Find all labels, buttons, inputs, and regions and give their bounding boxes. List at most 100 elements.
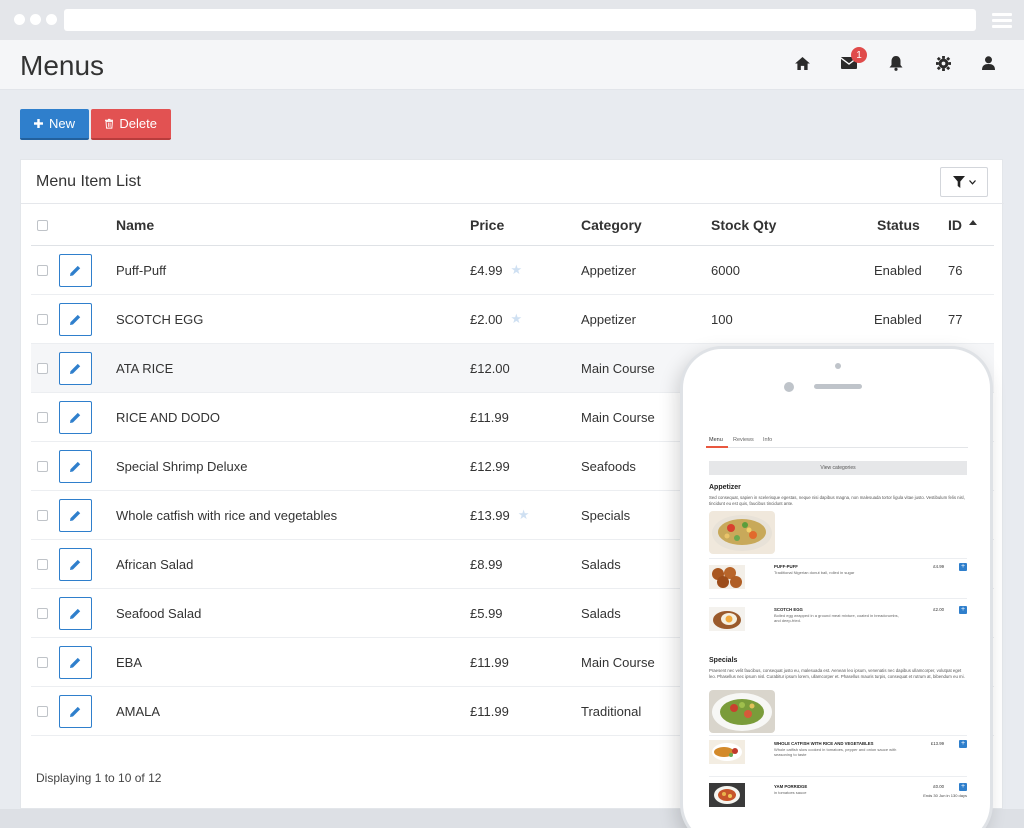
item-price: £2.00 xyxy=(470,311,503,327)
phone-front-lens xyxy=(784,382,794,392)
view-categories-button[interactable]: View categories xyxy=(709,461,967,475)
phone-item-name: WHOLE CATFISH WITH RICE AND VEGETABLES xyxy=(774,741,874,746)
edit-button[interactable] xyxy=(59,638,92,686)
item-price: £4.99 xyxy=(470,262,503,278)
item-price-cell: £11.99 xyxy=(470,393,509,441)
add-item-icon[interactable]: + xyxy=(959,783,967,791)
edit-button[interactable] xyxy=(59,246,92,294)
window-dot[interactable] xyxy=(46,14,57,25)
new-button[interactable]: New xyxy=(20,109,89,140)
phone-tab-info[interactable]: Info xyxy=(763,437,772,443)
item-stock-qty: 6000 xyxy=(711,262,740,278)
column-header-category[interactable]: Category xyxy=(581,205,642,245)
bell-icon[interactable] xyxy=(885,52,907,74)
address-bar[interactable] xyxy=(64,9,976,31)
delete-button[interactable]: Delete xyxy=(91,109,171,140)
phone-item-price: £4.99 xyxy=(933,564,944,569)
pencil-icon xyxy=(70,558,81,570)
pencil-icon xyxy=(70,411,81,423)
item-price: £12.00 xyxy=(470,360,510,376)
edit-button[interactable] xyxy=(59,393,92,441)
pencil-icon xyxy=(70,509,81,521)
phone-item-description: Traditional Nigerian donut ball, rolled … xyxy=(774,570,855,575)
filter-icon xyxy=(952,176,965,188)
item-name: Whole catfish with rice and vegetables xyxy=(116,507,338,523)
item-name: Special Shrimp Deluxe xyxy=(116,458,248,474)
divider xyxy=(709,776,967,777)
item-price: £13.99 xyxy=(470,507,510,523)
user-icon[interactable] xyxy=(977,52,999,74)
table-row[interactable]: SCOTCH EGG £2.00 ★ Appetizer 100 Enabled 77 xyxy=(31,295,994,344)
item-price-cell: £11.99 xyxy=(470,638,509,686)
pagination-summary: Displaying 1 to 10 of 12 xyxy=(36,771,162,785)
phone-item-name: PUFF-PUFF xyxy=(774,564,798,569)
phone-tab-reviews[interactable]: Reviews xyxy=(733,437,754,443)
edit-button[interactable] xyxy=(59,540,92,588)
item-category: Specials xyxy=(581,507,631,523)
row-checkbox[interactable] xyxy=(37,442,48,490)
item-name: AMALA xyxy=(116,703,161,719)
phone-screen: Menu Reviews Info View categories Appeti… xyxy=(706,432,968,828)
row-checkbox[interactable] xyxy=(37,687,48,735)
star-icon[interactable]: ★ xyxy=(511,311,523,327)
new-button-label: New xyxy=(48,116,75,131)
row-checkbox[interactable] xyxy=(37,246,48,294)
star-icon[interactable]: ★ xyxy=(518,507,530,523)
appetizer-photo xyxy=(709,511,775,554)
edit-button[interactable] xyxy=(59,295,92,343)
column-header-name[interactable]: Name xyxy=(116,205,154,245)
filter-button[interactable] xyxy=(940,167,988,197)
select-all-checkbox[interactable] xyxy=(37,205,48,245)
yam-porridge-thumbnail xyxy=(709,783,745,807)
row-checkbox[interactable] xyxy=(37,295,48,343)
item-price-cell: £12.00 xyxy=(470,344,510,392)
row-checkbox[interactable] xyxy=(37,540,48,588)
row-checkbox[interactable] xyxy=(37,491,48,539)
item-price: £5.99 xyxy=(470,605,503,621)
edit-button[interactable] xyxy=(59,687,92,735)
pencil-icon xyxy=(70,656,81,668)
phone-item-availability: Ends 30 Jun in 130 days xyxy=(923,793,967,798)
row-checkbox[interactable] xyxy=(37,393,48,441)
item-name: SCOTCH EGG xyxy=(116,311,204,327)
column-header-stock-qty[interactable]: Stock Qty xyxy=(711,205,776,245)
browser-chrome xyxy=(0,0,1024,40)
column-header-id[interactable]: ID xyxy=(948,205,977,245)
item-category: Appetizer xyxy=(581,262,636,278)
add-item-icon[interactable]: + xyxy=(959,563,967,571)
pencil-icon xyxy=(70,264,81,276)
phone-section-description: Sed consequat, sapien in scelerisque ege… xyxy=(709,495,965,506)
window-dot[interactable] xyxy=(14,14,25,25)
column-header-price[interactable]: Price xyxy=(470,205,504,245)
item-name: Seafood Salad xyxy=(116,605,202,621)
add-item-icon[interactable]: + xyxy=(959,740,967,748)
row-checkbox[interactable] xyxy=(37,589,48,637)
row-checkbox[interactable] xyxy=(37,638,48,686)
edit-button[interactable] xyxy=(59,589,92,637)
edit-button[interactable] xyxy=(59,442,92,490)
item-category: Traditional xyxy=(581,703,642,719)
item-stock-qty: 100 xyxy=(711,311,733,327)
star-icon[interactable]: ★ xyxy=(511,262,523,278)
table-row[interactable]: Puff-Puff £4.99 ★ Appetizer 6000 Enabled 76 xyxy=(31,246,994,295)
column-header-status[interactable]: Status xyxy=(877,205,920,245)
home-icon[interactable] xyxy=(791,52,813,74)
window-dot[interactable] xyxy=(30,14,41,25)
row-checkbox[interactable] xyxy=(37,344,48,392)
page-title: Menus xyxy=(20,50,105,81)
pencil-icon xyxy=(70,607,81,619)
item-price-cell: £11.99 xyxy=(470,687,509,735)
gear-icon[interactable] xyxy=(932,52,954,74)
scotch-egg-thumbnail xyxy=(709,607,745,631)
phone-item-description: Whole catfish slow cooked in tomatoes, p… xyxy=(774,747,897,757)
item-category: Main Course xyxy=(581,360,655,376)
edit-button[interactable] xyxy=(59,491,92,539)
add-item-icon[interactable]: + xyxy=(959,606,967,614)
hamburger-menu-icon[interactable] xyxy=(992,13,1012,31)
pencil-icon xyxy=(70,705,81,717)
phone-tabs: Menu Reviews Info xyxy=(706,432,968,448)
phone-camera xyxy=(835,363,841,369)
item-category: Salads xyxy=(581,556,621,572)
phone-tab-menu[interactable]: Menu xyxy=(709,437,723,443)
edit-button[interactable] xyxy=(59,344,92,392)
